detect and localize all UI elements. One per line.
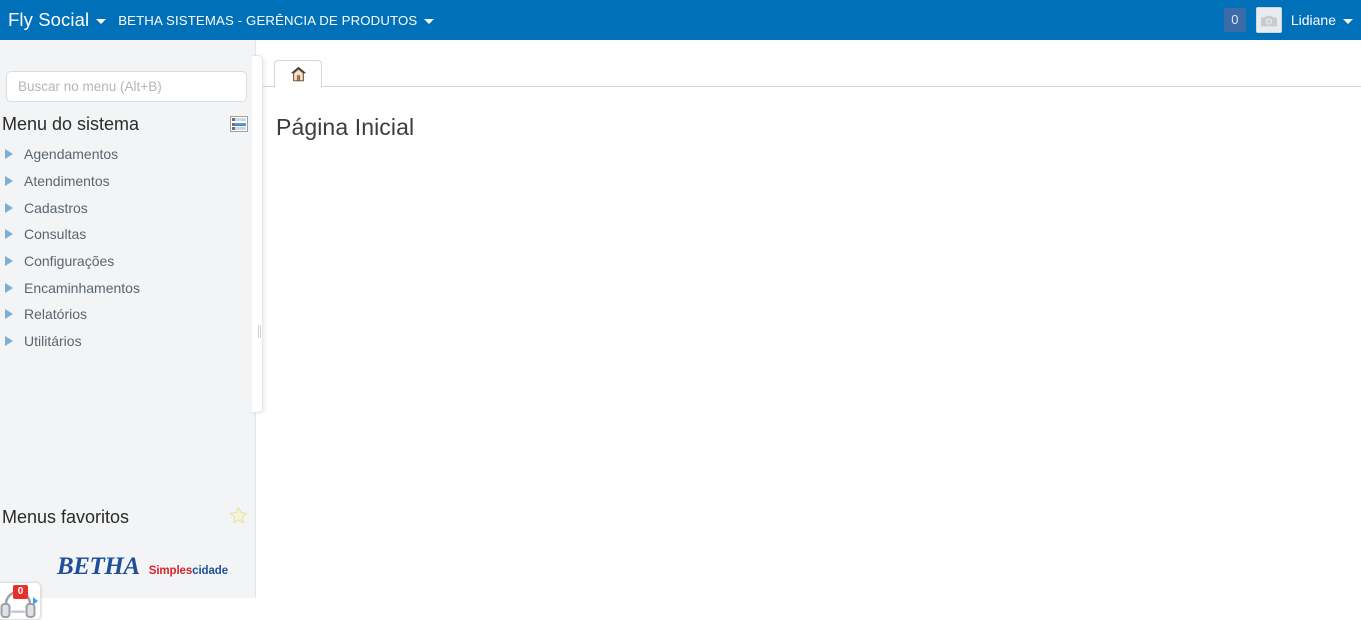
system-menu-header: Menu do sistema	[0, 111, 256, 137]
sidebar-item-configuracoes[interactable]: Configurações	[0, 248, 256, 275]
triangle-right-icon	[5, 309, 13, 320]
brand-title: Fly Social	[8, 9, 90, 30]
main-content: Página Inicial	[257, 40, 1361, 598]
favorites-title: Menus favoritos	[2, 506, 130, 527]
sidebar-item-label: Atendimentos	[24, 173, 110, 190]
organization-title: BETHA SISTEMAS - GERÊNCIA DE PRODUTOS	[118, 12, 418, 28]
triangle-right-icon	[5, 176, 13, 187]
organization-menu[interactable]: BETHA SISTEMAS - GERÊNCIA DE PRODUTOS	[118, 12, 435, 28]
sidebar-item-label: Encaminhamentos	[24, 279, 140, 296]
sidebar-item-label: Consultas	[24, 226, 87, 243]
sidebar-item-consultas[interactable]: Consultas	[0, 221, 256, 248]
header-actions: 0 Lidiane	[1223, 0, 1361, 40]
tab-home[interactable]	[274, 60, 322, 88]
triangle-right-icon	[5, 229, 13, 240]
triangle-right-icon	[5, 256, 13, 267]
notification-badge[interactable]: 0	[1223, 8, 1246, 32]
sidebar-item-label: Configurações	[24, 253, 115, 270]
user-name: Lidiane	[1290, 12, 1336, 28]
caret-down-icon	[424, 19, 435, 24]
system-menu-list: Agendamentos Atendimentos Cadastros Cons…	[0, 141, 256, 355]
tab-strip	[257, 60, 1361, 88]
triangle-right-icon	[5, 202, 13, 213]
triangle-right-icon	[33, 597, 38, 605]
sidebar: Menu do sistema Agendamentos Atendimento…	[0, 40, 256, 620]
betha-tagline-primary: Simples	[148, 565, 193, 577]
sidebar-item-cadastros[interactable]: Cadastros	[0, 194, 256, 221]
caret-down-icon	[1343, 19, 1353, 24]
sidebar-item-relatorios[interactable]: Relatórios	[0, 301, 256, 328]
resize-grip-icon	[258, 325, 261, 338]
brand-menu[interactable]: Fly Social	[0, 9, 107, 31]
sidebar-item-utilitarios[interactable]: Utilitários	[0, 328, 256, 355]
app-header: Fly Social BETHA SISTEMAS - GERÊNCIA DE …	[0, 0, 1361, 40]
sidebar-item-label: Utilitários	[24, 333, 82, 350]
betha-wordmark: BETHA	[57, 553, 140, 580]
star-icon[interactable]	[229, 505, 248, 529]
favorites-header: Menus favoritos	[0, 504, 256, 530]
sidebar-item-label: Relatórios	[24, 306, 88, 323]
sidebar-item-atendimentos[interactable]: Atendimentos	[0, 168, 256, 195]
sidebar-item-label: Cadastros	[24, 199, 88, 216]
list-view-icon[interactable]	[230, 116, 248, 132]
home-icon	[290, 66, 306, 82]
avatar[interactable]	[1255, 7, 1282, 33]
betha-tagline-secondary: cidade	[192, 565, 228, 577]
system-menu-title: Menu do sistema	[2, 113, 140, 134]
caret-down-icon	[96, 19, 107, 24]
triangle-right-icon	[5, 336, 13, 347]
sidebar-item-agendamentos[interactable]: Agendamentos	[0, 141, 256, 168]
camera-icon	[1260, 15, 1277, 26]
support-badge: 0	[13, 585, 28, 599]
triangle-right-icon	[5, 282, 13, 293]
betha-tagline: Simplescidade	[149, 565, 228, 577]
betha-logo: BETHA Simplescidade	[57, 553, 228, 581]
user-menu[interactable]: Lidiane	[1291, 12, 1353, 28]
support-widget[interactable]: 0	[0, 582, 41, 620]
sidebar-item-label: Agendamentos	[24, 146, 119, 163]
sidebar-item-encaminhamentos[interactable]: Encaminhamentos	[0, 274, 256, 301]
triangle-right-icon	[5, 149, 13, 160]
page-title: Página Inicial	[276, 114, 415, 140]
menu-search-input[interactable]	[6, 71, 247, 102]
sidebar-resize-handle[interactable]	[256, 55, 264, 413]
